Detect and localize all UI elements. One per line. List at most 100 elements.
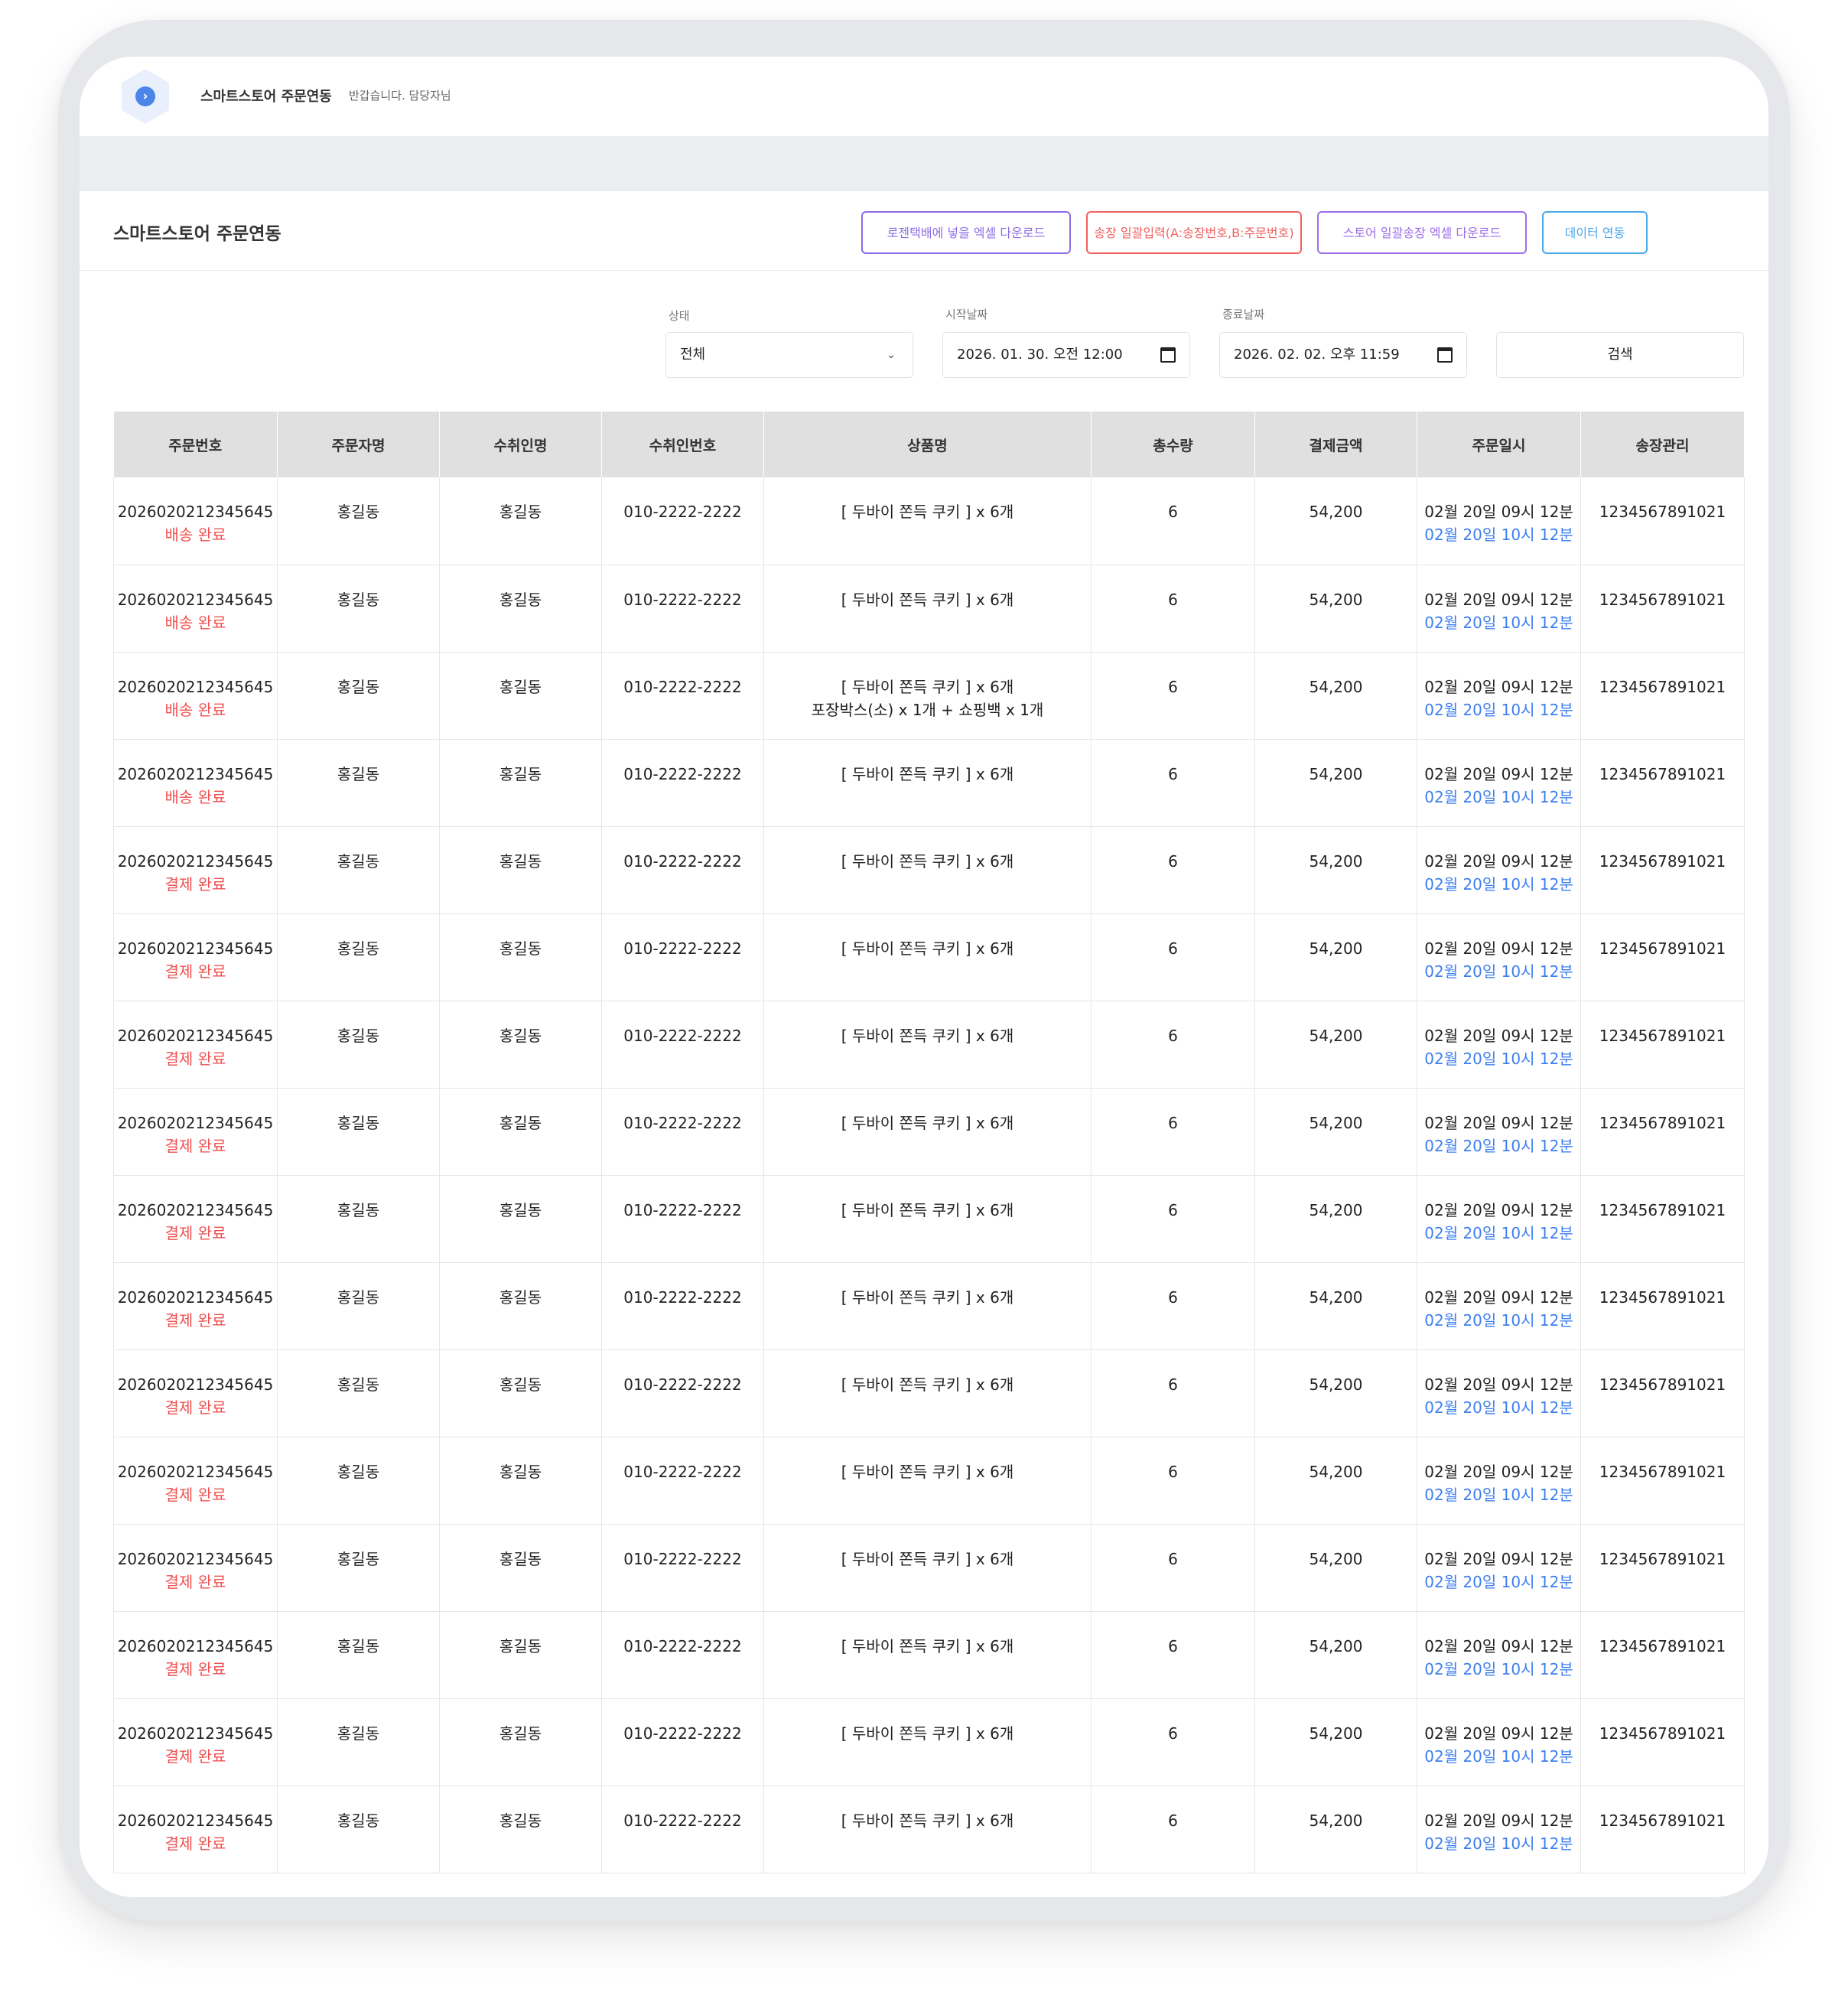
invoice-number[interactable]: 1234567891021 [1580, 477, 1745, 565]
order-number[interactable]: 2026020212345645 [114, 1460, 277, 1483]
status-badge: 결제 완료 [164, 1398, 226, 1417]
order-number[interactable]: 2026020212345645 [114, 763, 277, 786]
order-datetime: 02월 20일 09시 12분 [1424, 590, 1573, 609]
table-row[interactable]: 2026020212345645 결제 완료 홍길동 홍길동 010-2222-2222… [113, 913, 1745, 1001]
invoice-number[interactable]: 1234567891021 [1580, 1611, 1745, 1699]
order-datetime-cell: 02월 20일 09시 12분 02월 20일 10시 12분 [1417, 826, 1581, 914]
invoice-number[interactable]: 1234567891021 [1580, 1175, 1745, 1263]
total-quantity: 6 [1091, 826, 1255, 914]
table-row[interactable]: 2026020212345645 결제 완료 홍길동 홍길동 010-2222-2222… [113, 1349, 1745, 1437]
table-row[interactable]: 2026020212345645 결제 완료 홍길동 홍길동 010-2222-2222… [113, 1524, 1745, 1612]
order-number[interactable]: 2026020212345645 [114, 1373, 277, 1396]
table-row[interactable]: 2026020212345645 결제 완료 홍길동 홍길동 010-2222-2222… [113, 1262, 1745, 1350]
receiver-phone: 010-2222-2222 [601, 1786, 764, 1873]
receiver-phone: 010-2222-2222 [601, 913, 764, 1001]
receiver-name: 홍길동 [439, 739, 602, 827]
orders-table-body: 2026020212345645 배송 완료 홍길동 홍길동 010-2222-2222… [113, 477, 1745, 1873]
order-datetime-cell: 02월 20일 09시 12분 02월 20일 10시 12분 [1417, 1349, 1581, 1437]
invoice-number[interactable]: 1234567891021 [1580, 565, 1745, 653]
product-cell: [ 두바이 쫀득 쿠키 ] x 6개 [763, 1349, 1092, 1437]
order-number-cell: 2026020212345645 결제 완료 [113, 1349, 278, 1437]
payment-amount: 54,200 [1254, 565, 1417, 653]
calendar-icon[interactable] [1160, 347, 1176, 363]
product-cell: [ 두바이 쫀득 쿠키 ] x 6개 [763, 1262, 1092, 1350]
invoice-number[interactable]: 1234567891021 [1580, 826, 1745, 914]
order-datetime-cell: 02월 20일 09시 12분 02월 20일 10시 12분 [1417, 565, 1581, 653]
status-badge: 결제 완료 [164, 1310, 226, 1330]
table-row[interactable]: 2026020212345645 결제 완료 홍길동 홍길동 010-2222-2222… [113, 1175, 1745, 1263]
calendar-icon[interactable] [1437, 347, 1453, 363]
order-number-cell: 2026020212345645 결제 완료 [113, 1001, 278, 1089]
order-datetime-cell: 02월 20일 09시 12분 02월 20일 10시 12분 [1417, 913, 1581, 1001]
payment-amount: 54,200 [1254, 652, 1417, 740]
order-number[interactable]: 2026020212345645 [114, 1722, 277, 1745]
invoice-number[interactable]: 1234567891021 [1580, 1524, 1745, 1612]
table-row[interactable]: 2026020212345645 결제 완료 홍길동 홍길동 010-2222-2222… [113, 1786, 1745, 1873]
order-number[interactable]: 2026020212345645 [114, 500, 277, 523]
order-number[interactable]: 2026020212345645 [114, 1024, 277, 1047]
order-datetime-cell: 02월 20일 09시 12분 02월 20일 10시 12분 [1417, 1437, 1581, 1525]
table-row[interactable]: 2026020212345645 결제 완료 홍길동 홍길동 010-2222-2222… [113, 826, 1745, 914]
store-invoice-download-button[interactable]: 스토어 일괄송장 엑셀 다운로드 [1317, 211, 1527, 254]
order-number[interactable]: 2026020212345645 [114, 937, 277, 960]
order-number[interactable]: 2026020212345645 [114, 1635, 277, 1658]
update-datetime: 02월 20일 10시 12분 [1424, 962, 1573, 981]
order-number[interactable]: 2026020212345645 [114, 850, 277, 873]
order-number[interactable]: 2026020212345645 [114, 1809, 277, 1832]
table-row[interactable]: 2026020212345645 배송 완료 홍길동 홍길동 010-2222-2222… [113, 565, 1745, 653]
orders-table: 주문번호 주문자명 수취인명 수취인번호 상품명 총수량 결제금액 주문일시 송… [113, 412, 1745, 1873]
order-number[interactable]: 2026020212345645 [114, 1112, 277, 1134]
order-number[interactable]: 2026020212345645 [114, 675, 277, 698]
receiver-phone: 010-2222-2222 [601, 652, 764, 740]
table-row[interactable]: 2026020212345645 결제 완료 홍길동 홍길동 010-2222-2222… [113, 1698, 1745, 1786]
invoice-number[interactable]: 1234567891021 [1580, 1349, 1745, 1437]
start-date-input[interactable]: 2026. 01. 30. 오전 12:00 [942, 332, 1190, 378]
payment-amount: 54,200 [1254, 1175, 1417, 1263]
status-badge: 결제 완료 [164, 1049, 226, 1068]
product-cell: [ 두바이 쫀득 쿠키 ] x 6개 [763, 1088, 1092, 1176]
order-datetime-cell: 02월 20일 09시 12분 02월 20일 10시 12분 [1417, 1175, 1581, 1263]
table-row[interactable]: 2026020212345645 결제 완료 홍길동 홍길동 010-2222-2222… [113, 1001, 1745, 1089]
payment-amount: 54,200 [1254, 1524, 1417, 1612]
table-row[interactable]: 2026020212345645 결제 완료 홍길동 홍길동 010-2222-2222… [113, 1088, 1745, 1176]
status-select[interactable]: 전체 ⌄ [665, 332, 913, 378]
receiver-name: 홍길동 [439, 1262, 602, 1350]
order-number[interactable]: 2026020212345645 [114, 588, 277, 611]
column-header: 수취인번호 [601, 412, 764, 477]
invoice-number[interactable]: 1234567891021 [1580, 1786, 1745, 1873]
invoice-bulk-input-button[interactable]: 송장 일괄입력(A:송장번호,B:주문번호) [1086, 211, 1302, 254]
chevron-right-icon[interactable]: › [135, 86, 155, 106]
invoice-number[interactable]: 1234567891021 [1580, 1437, 1745, 1525]
invoice-number[interactable]: 1234567891021 [1580, 1698, 1745, 1786]
receiver-phone: 010-2222-2222 [601, 1088, 764, 1176]
product-name: [ 두바이 쫀득 쿠키 ] x 6개 [841, 590, 1014, 609]
table-row[interactable]: 2026020212345645 배송 완료 홍길동 홍길동 010-2222-2222… [113, 652, 1745, 740]
excel-download-button[interactable]: 로젠택배에 넣을 엑셀 다운로드 [861, 211, 1071, 254]
order-number[interactable]: 2026020212345645 [114, 1199, 277, 1222]
invoice-number[interactable]: 1234567891021 [1580, 1088, 1745, 1176]
end-date-input[interactable]: 2026. 02. 02. 오후 11:59 [1219, 332, 1467, 378]
invoice-number[interactable]: 1234567891021 [1580, 913, 1745, 1001]
table-row[interactable]: 2026020212345645 결제 완료 홍길동 홍길동 010-2222-2222… [113, 1611, 1745, 1699]
order-number[interactable]: 2026020212345645 [114, 1548, 277, 1571]
status-badge: 결제 완료 [164, 1572, 226, 1591]
invoice-number[interactable]: 1234567891021 [1580, 1262, 1745, 1350]
receiver-phone: 010-2222-2222 [601, 739, 764, 827]
table-row[interactable]: 2026020212345645 배송 완료 홍길동 홍길동 010-2222-2222… [113, 477, 1745, 565]
receiver-phone: 010-2222-2222 [601, 826, 764, 914]
table-header-row: 주문번호 주문자명 수취인명 수취인번호 상품명 총수량 결제금액 주문일시 송… [113, 412, 1745, 477]
order-datetime: 02월 20일 09시 12분 [1424, 1026, 1573, 1045]
table-row[interactable]: 2026020212345645 결제 완료 홍길동 홍길동 010-2222-2222… [113, 1437, 1745, 1525]
column-header: 주문자명 [277, 412, 440, 477]
order-number[interactable]: 2026020212345645 [114, 1286, 277, 1309]
update-datetime: 02월 20일 10시 12분 [1424, 1136, 1573, 1155]
data-sync-button[interactable]: 데이터 연동 [1542, 211, 1648, 254]
start-date-value: 2026. 01. 30. 오전 12:00 [957, 347, 1123, 363]
search-button[interactable]: 검색 [1496, 332, 1744, 378]
table-row[interactable]: 2026020212345645 배송 완료 홍길동 홍길동 010-2222-2222… [113, 739, 1745, 827]
invoice-number[interactable]: 1234567891021 [1580, 652, 1745, 740]
invoice-number[interactable]: 1234567891021 [1580, 1001, 1745, 1089]
receiver-name: 홍길동 [439, 1698, 602, 1786]
order-datetime: 02월 20일 09시 12분 [1424, 1113, 1573, 1132]
invoice-number[interactable]: 1234567891021 [1580, 739, 1745, 827]
